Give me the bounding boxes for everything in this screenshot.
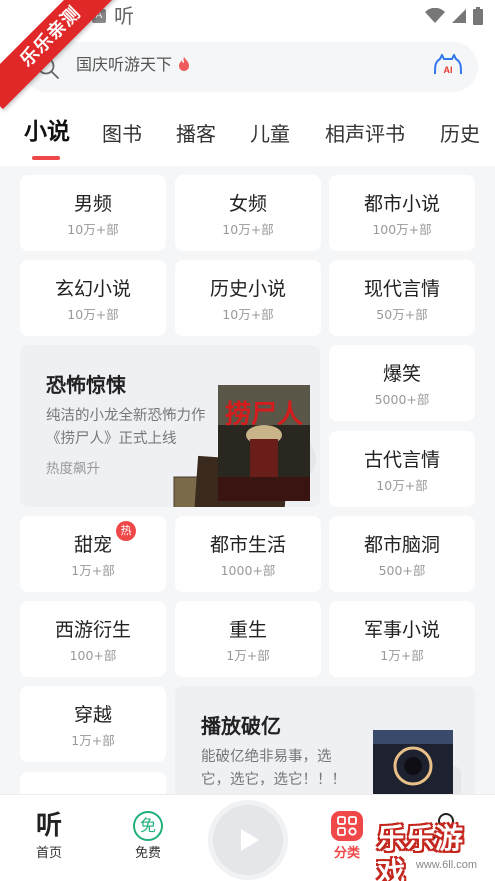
category-count: 100+部	[69, 648, 117, 663]
flame-icon	[179, 57, 190, 71]
category-name: 爆笑	[382, 363, 421, 385]
category-name: 历史小说	[209, 278, 286, 300]
category-count: 10万+部	[222, 307, 274, 322]
category-name: 穿越	[73, 704, 112, 726]
category-count: 50万+部	[376, 307, 428, 322]
category-count: 1万+部	[71, 563, 115, 578]
category-card-urban-brainhole[interactable]: 都市脑洞 500+部	[329, 516, 475, 592]
category-card-history-novel[interactable]: 历史小说 10万+部	[175, 260, 321, 336]
category-count: 1万+部	[380, 648, 424, 663]
category-card-male[interactable]: 男频 10万+部	[20, 175, 166, 251]
brand-watermark: 乐乐游戏 www.6ll.com	[377, 808, 495, 881]
category-card-urban-life[interactable]: 都市生活 1000+部	[175, 516, 321, 592]
category-card-modern-romance[interactable]: 现代言情 50万+部	[329, 260, 475, 336]
nav-category[interactable]: 分类	[317, 811, 377, 863]
free-icon: 免	[133, 811, 163, 841]
category-name: 西游衍生	[54, 619, 131, 641]
category-count: 10万+部	[376, 478, 428, 493]
category-name: 都市生活	[209, 534, 286, 556]
nav-free-label: 免费	[134, 846, 161, 861]
category-card-ancient-romance[interactable]: 古代言情 10万+部	[329, 431, 475, 507]
category-name: 玄幻小说	[54, 278, 131, 300]
category-name: 甜宠	[73, 534, 112, 556]
category-name: 男频	[73, 193, 112, 215]
category-count: 10万+部	[67, 307, 119, 322]
feature-card-horror[interactable]: 恐怖惊悚 纯洁的小龙全新恐怖力作《捞尸人》正式上线 热度飙升 捞尸人	[20, 345, 320, 507]
category-count: 10万+部	[222, 222, 274, 237]
category-card-fantasy[interactable]: 玄幻小说 10万+部	[20, 260, 166, 336]
category-card-funny[interactable]: 爆笑 5000+部	[329, 345, 475, 421]
category-card-military[interactable]: 军事小说 1万+部	[329, 601, 475, 677]
app-notification-icon: 听	[114, 4, 134, 28]
category-count: 1万+部	[71, 733, 115, 748]
book-cover-stack-image: 捞尸人	[173, 385, 316, 507]
category-name: 现代言情	[363, 278, 440, 300]
feature-description: 能破亿绝非易事，选它，选它，选它！！！	[201, 749, 346, 788]
category-name: 都市小说	[363, 193, 440, 215]
active-tab-indicator	[32, 156, 60, 160]
tab-crosstalk[interactable]: 相声评书	[325, 120, 405, 148]
category-count: 5000+部	[374, 392, 430, 407]
tab-history[interactable]: 历史	[440, 120, 480, 148]
category-card-rebirth[interactable]: 重生 1万+部	[175, 601, 321, 677]
nav-free[interactable]: 免 免费	[118, 811, 178, 863]
category-card-female[interactable]: 女频 10万+部	[175, 175, 321, 251]
hot-badge: 热	[116, 521, 136, 541]
category-count: 10万+部	[67, 222, 119, 237]
category-grid: 男频 10万+部 女频 10万+部 都市小说 100万+部 玄幻小说 10万+部…	[0, 166, 495, 794]
battery-icon	[473, 7, 483, 25]
tab-children[interactable]: 儿童	[250, 120, 290, 148]
feature-subtitle: 热度飙升	[46, 461, 100, 477]
category-card-urban-novel[interactable]: 都市小说 100万+部	[329, 175, 475, 251]
player-button[interactable]	[213, 805, 283, 875]
tab-novel[interactable]: 小说	[24, 118, 70, 146]
nav-category-label: 分类	[333, 846, 360, 861]
wifi-icon	[425, 8, 445, 23]
home-icon: 听	[35, 811, 62, 841]
category-count: 1000+部	[220, 563, 276, 578]
category-card-time-travel[interactable]: 穿越 1万+部	[20, 686, 166, 762]
category-name: 女频	[228, 193, 267, 215]
search-area: 国庆听游天下 AI	[0, 34, 495, 106]
tab-books[interactable]: 图书	[102, 120, 142, 148]
book-cover-title: 捞尸人	[225, 400, 303, 430]
nav-home-label: 首页	[35, 846, 62, 861]
category-name: 军事小说	[363, 619, 440, 641]
watermark-brand: 乐乐游戏	[377, 822, 465, 881]
category-icon	[331, 811, 363, 841]
category-count: 500+部	[378, 563, 426, 578]
nav-home[interactable]: 听 首页	[19, 811, 79, 863]
system-icons	[425, 7, 483, 25]
search-hint-text: 国庆听游天下	[76, 55, 173, 74]
category-count: 100万+部	[372, 222, 432, 237]
category-name: 古代言情	[363, 449, 440, 471]
category-card-sweet[interactable]: 甜宠 1万+部 热	[20, 516, 166, 592]
category-count: 1万+部	[226, 648, 270, 663]
ai-label: AI	[444, 65, 453, 75]
feature-title: 播放破亿	[201, 714, 281, 738]
play-icon	[241, 829, 259, 851]
search-hint: 国庆听游天下	[76, 54, 190, 76]
signal-icon	[452, 9, 466, 23]
feature-title: 恐怖惊悚	[46, 373, 126, 397]
category-card-journey-west[interactable]: 西游衍生 100+部	[20, 601, 166, 677]
tab-podcast[interactable]: 播客	[176, 120, 216, 148]
watermark-url: www.6ll.com	[415, 859, 477, 871]
book-cover-image	[373, 730, 461, 794]
ai-assistant-icon[interactable]: AI	[432, 54, 464, 78]
category-name: 都市脑洞	[363, 534, 440, 556]
category-tabs: 小说 图书 播客 儿童 相声评书 历史	[0, 106, 495, 166]
search-bar[interactable]: 国庆听游天下 AI	[22, 42, 478, 92]
feature-card-billion-plays[interactable]: 播放破亿 能破亿绝非易事，选它，选它，选它！！！	[175, 686, 475, 794]
category-name: 重生	[228, 619, 267, 641]
category-card-partial[interactable]	[20, 772, 166, 794]
